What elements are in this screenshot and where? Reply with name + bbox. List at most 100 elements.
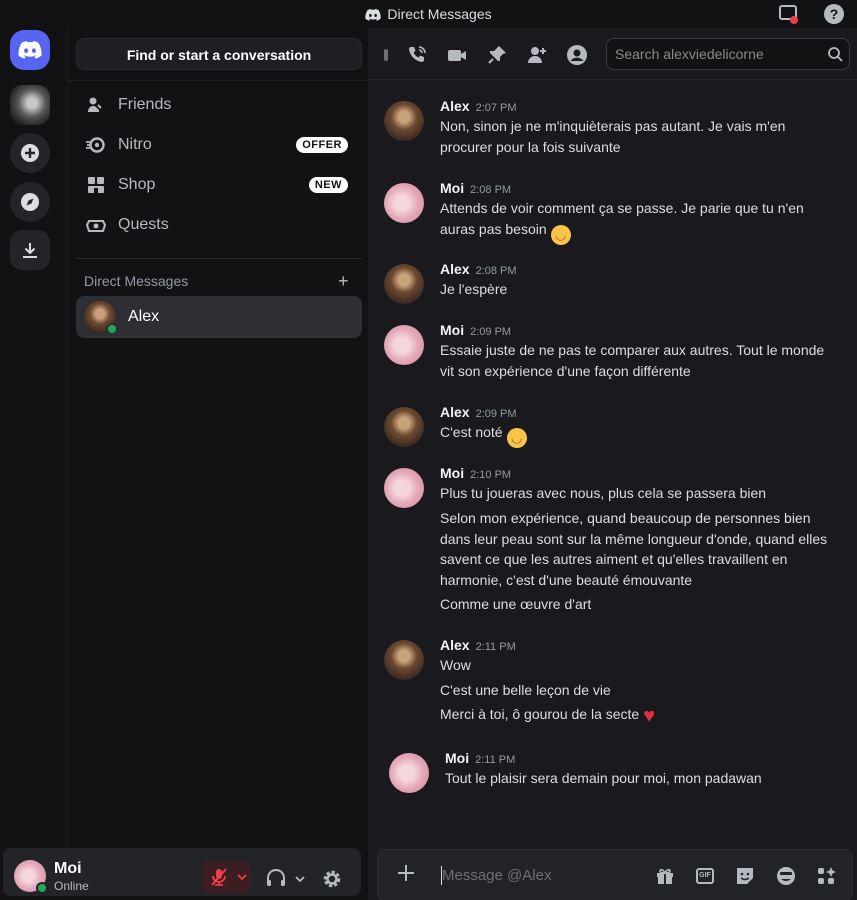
- nitro-icon: [86, 135, 106, 155]
- microphone-muted-icon: [211, 868, 227, 886]
- message-composer: Message @Alex GIF: [377, 849, 853, 900]
- message-header: Moi 2:10 PM: [440, 465, 511, 481]
- message-text: Tout le plaisir sera demain pour moi, mo…: [445, 770, 762, 786]
- pinned-messages-icon[interactable]: [486, 44, 508, 66]
- blushing-smile-emoji-icon: ◡: [550, 224, 571, 245]
- message-text-content: Merci à toi, ô gourou de la secte: [440, 706, 640, 722]
- user-panel: Moi Online: [3, 848, 361, 896]
- headphones-button[interactable]: [265, 868, 287, 893]
- nav-label: Quests: [118, 216, 169, 233]
- avatar[interactable]: [384, 183, 424, 223]
- message-text: Merci à toi, ô gourou de la secte ♥: [440, 704, 840, 726]
- author-name[interactable]: Moi: [440, 180, 464, 196]
- chat-header: Search alexviedelicorne: [368, 28, 857, 80]
- message-header: Moi 2:08 PM: [440, 180, 511, 196]
- author-name[interactable]: Alex: [440, 98, 470, 114]
- window-title: Direct Messages: [0, 6, 857, 22]
- create-dm-button[interactable]: +: [338, 271, 349, 292]
- author-name[interactable]: Alex: [440, 637, 470, 653]
- home-button[interactable]: [10, 30, 50, 70]
- author-name[interactable]: Moi: [440, 322, 464, 338]
- avatar[interactable]: [384, 640, 424, 680]
- window-title-text: Direct Messages: [387, 6, 492, 22]
- plus-circle-icon: [21, 144, 39, 162]
- avatar[interactable]: [384, 325, 424, 365]
- add-server-button[interactable]: [10, 133, 50, 173]
- gif-picker-icon[interactable]: GIF: [696, 868, 714, 884]
- upload-button[interactable]: [396, 863, 416, 888]
- add-friends-to-dm-icon[interactable]: [526, 44, 548, 66]
- compass-icon: [21, 193, 39, 211]
- avatar[interactable]: [384, 264, 424, 304]
- gear-icon: [323, 870, 341, 888]
- dm-item-alex[interactable]: Alex: [76, 296, 362, 338]
- avatar[interactable]: [384, 407, 424, 447]
- nav-nitro[interactable]: Nitro OFFER: [76, 125, 362, 165]
- online-status-icon: [36, 882, 48, 894]
- timestamp: 2:07 PM: [475, 102, 517, 114]
- search-icon: [828, 47, 843, 62]
- server-rail: [0, 28, 60, 768]
- friends-icon: [86, 95, 106, 115]
- avatar[interactable]: [14, 860, 48, 894]
- timestamp: 2:11 PM: [475, 754, 516, 766]
- message-header: Alex 2:07 PM: [440, 98, 517, 114]
- video-call-icon[interactable]: [446, 44, 468, 66]
- author-name[interactable]: Moi: [440, 465, 464, 481]
- discord-logo-icon: [365, 9, 382, 21]
- download-button[interactable]: [10, 230, 50, 270]
- avatar[interactable]: [384, 101, 424, 141]
- message-input[interactable]: Message @Alex: [442, 867, 551, 884]
- dm-item-name: Alex: [128, 308, 160, 325]
- nav-quests[interactable]: Quests: [76, 205, 362, 245]
- mute-microphone-button[interactable]: [202, 861, 250, 893]
- sticker-icon[interactable]: [734, 865, 756, 887]
- screen-share-icon[interactable]: [778, 3, 800, 25]
- user-profile-icon[interactable]: [566, 44, 588, 66]
- apps-icon[interactable]: [815, 865, 837, 887]
- avatar[interactable]: [389, 753, 429, 793]
- message-header: Moi 2:11 PM: [445, 750, 515, 766]
- author-name[interactable]: Moi: [445, 750, 469, 766]
- dm-sidebar: Find or start a conversation Friends Nit…: [67, 28, 369, 850]
- partial-icon: [382, 44, 390, 66]
- nav-label: Friends: [118, 96, 172, 113]
- nav-label: Shop: [118, 176, 156, 193]
- title-bar: Direct Messages ?: [0, 0, 857, 28]
- download-icon: [23, 243, 37, 258]
- nav-friends[interactable]: Friends: [76, 85, 362, 125]
- message-text-content: C'est noté: [440, 424, 503, 440]
- author-name[interactable]: Alex: [440, 261, 470, 277]
- chat-panel: Search alexviedelicorne Alex 2:07 PM Non,…: [368, 28, 857, 900]
- message-text: Non, sinon je ne m'inquièterais pas auta…: [440, 118, 786, 155]
- user-status: Online: [54, 879, 89, 893]
- chevron-down-icon[interactable]: [236, 871, 248, 883]
- timestamp: 2:08 PM: [475, 265, 517, 277]
- author-name[interactable]: Alex: [440, 404, 470, 420]
- message-header: Alex 2:11 PM: [440, 637, 516, 653]
- gift-icon[interactable]: [654, 865, 676, 887]
- search-input[interactable]: Search alexviedelicorne: [606, 38, 850, 70]
- timestamp: 2:11 PM: [475, 641, 516, 653]
- plus-icon: [398, 865, 414, 881]
- svg-text:?: ?: [830, 6, 839, 22]
- message-header: Moi 2:09 PM: [440, 322, 511, 338]
- timestamp: 2:09 PM: [475, 408, 517, 420]
- find-conversation-button[interactable]: Find or start a conversation: [76, 38, 362, 70]
- avatar[interactable]: [384, 468, 424, 508]
- message-text: Attends de voir comment ça se passe. Je …: [440, 198, 840, 245]
- online-status-icon: [106, 323, 118, 335]
- offer-badge: OFFER: [296, 137, 348, 153]
- timestamp: 2:08 PM: [470, 184, 512, 196]
- discover-button[interactable]: [10, 182, 50, 222]
- help-icon[interactable]: ?: [823, 3, 845, 25]
- server-icon[interactable]: [10, 85, 50, 125]
- nav-shop[interactable]: Shop NEW: [76, 165, 362, 205]
- emoji-picker-icon[interactable]: [775, 865, 797, 887]
- chevron-down-icon[interactable]: [294, 872, 306, 890]
- voice-call-icon[interactable]: [406, 44, 428, 66]
- search-placeholder: Search alexviedelicorne: [615, 46, 764, 62]
- user-settings-button[interactable]: [321, 868, 343, 895]
- message-text: Selon mon expérience, quand beaucoup de …: [440, 510, 828, 588]
- headphones-icon: [267, 869, 285, 886]
